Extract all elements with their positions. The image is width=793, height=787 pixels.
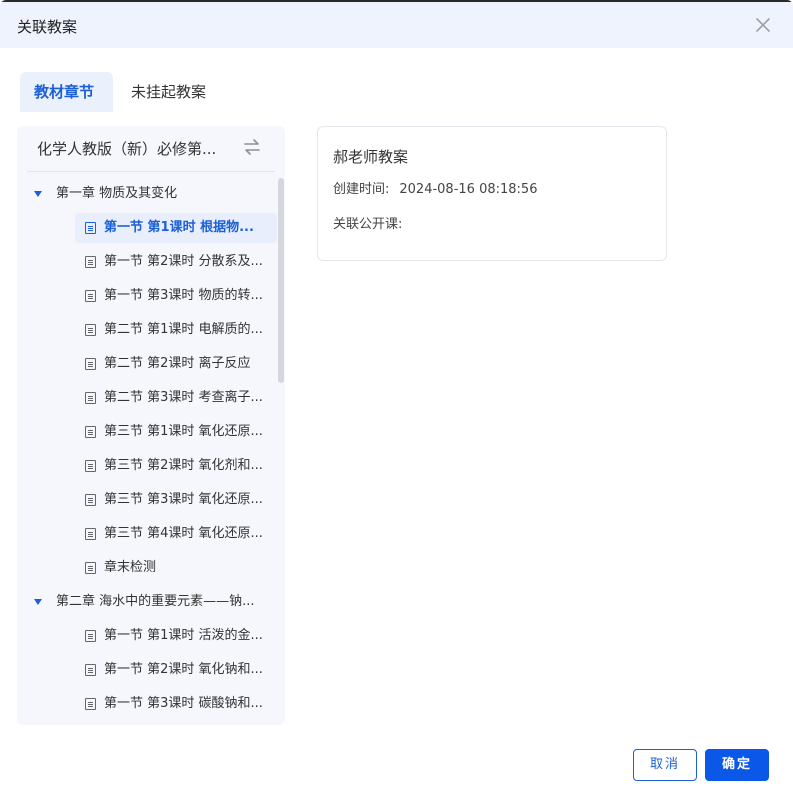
document-icon xyxy=(85,392,96,404)
tree-lesson-item[interactable]: 第三节 第1课时 氧化还原... xyxy=(75,417,277,447)
confirm-button[interactable]: 确定 xyxy=(705,749,769,781)
tree-item-label: 第一节 第1课时 活泼的金... xyxy=(104,628,263,643)
tab-unmounted-plans[interactable]: 未挂起教案 xyxy=(117,72,220,112)
lesson-plan-name: 郝老师教案 xyxy=(333,148,409,166)
tree-lesson-item[interactable]: 第三节 第2课时 氧化剂和... xyxy=(75,451,277,481)
cancel-button[interactable]: 取消 xyxy=(633,749,697,781)
tree-item-label: 第三节 第3课时 氧化还原... xyxy=(104,492,263,507)
tree-item-label: 第三节 第1课时 氧化还原... xyxy=(104,424,263,439)
tree-lesson-item[interactable]: 第三节 第3课时 氧化还原... xyxy=(75,485,277,515)
created-time-line: 创建时间: 2024-08-16 08:18:56 xyxy=(333,178,537,197)
document-icon xyxy=(85,290,96,302)
divider xyxy=(27,171,275,172)
tree-item-label: 第二章 海水中的重要元素——钠... xyxy=(56,594,255,609)
tree-lesson-item[interactable]: 第三节 第4课时 氧化还原... xyxy=(75,519,277,549)
tree-item-label: 章末检测 xyxy=(104,560,157,575)
tree-lesson-item[interactable]: 第一节 第1课时 根据物... xyxy=(75,213,277,243)
tree-item-label: 第一章 物质及其变化 xyxy=(56,186,178,201)
tree-lesson-item[interactable]: 第二节 第3课时 考查离子... xyxy=(75,383,277,413)
tree-item-label: 第一节 第3课时 碳酸钠和... xyxy=(104,696,263,711)
document-icon xyxy=(85,494,96,506)
public-class-label: 关联公开课: xyxy=(333,217,403,232)
tree-lesson-item[interactable]: 第一节 第3课时 碳酸钠和... xyxy=(75,689,277,719)
tree-chapter-item[interactable]: 第一章 物质及其变化 xyxy=(17,179,279,209)
document-icon xyxy=(85,256,96,268)
close-icon[interactable] xyxy=(753,15,773,35)
public-class-line: 关联公开课: xyxy=(333,213,412,232)
lesson-plan-card[interactable]: 郝老师教案 创建时间: 2024-08-16 08:18:56 关联公开课: xyxy=(317,126,667,261)
tree-lesson-item[interactable]: 章末检测 xyxy=(75,553,277,583)
tree-lesson-item[interactable]: 第二节 第2课时 离子反应 xyxy=(75,349,277,379)
chapter-tree-panel: 化学人教版（新）必修第... 第一章 物质及其变化第一节 第1课时 根据物...… xyxy=(17,126,285,725)
textbook-selector[interactable]: 化学人教版（新）必修第... xyxy=(37,138,239,159)
tree-item-label: 第一节 第3课时 物质的转... xyxy=(104,288,263,303)
tree-chapter-item[interactable]: 第二章 海水中的重要元素——钠... xyxy=(17,587,279,617)
dialog-header: 关联教案 xyxy=(0,0,793,48)
swap-icon[interactable] xyxy=(241,136,263,158)
tree-lesson-item[interactable]: 第二节 第1课时 电解质的... xyxy=(75,315,277,345)
tab-textbook-chapters[interactable]: 教材章节 xyxy=(20,72,113,112)
tree-lesson-item[interactable]: 第一节 第2课时 分散系及... xyxy=(75,247,277,277)
document-icon xyxy=(85,324,96,336)
tree-item-label: 第一节 第1课时 根据物... xyxy=(104,220,254,235)
tree-lesson-item[interactable]: 第一节 第3课时 物质的转... xyxy=(75,281,277,311)
tree-item-label: 第二节 第2课时 离子反应 xyxy=(104,356,251,371)
created-time-label: 创建时间: xyxy=(333,182,390,197)
tree-lesson-item[interactable]: 第一节 第1课时 活泼的金... xyxy=(75,621,277,651)
document-icon xyxy=(85,528,96,540)
created-time-value: 2024-08-16 08:18:56 xyxy=(399,182,538,197)
dialog-title: 关联教案 xyxy=(17,18,78,36)
caret-down-icon[interactable] xyxy=(34,599,42,605)
document-icon xyxy=(85,460,96,472)
caret-down-icon[interactable] xyxy=(34,191,42,197)
tree-item-label: 第二节 第1课时 电解质的... xyxy=(104,322,263,337)
document-icon xyxy=(85,562,96,574)
document-icon xyxy=(85,426,96,438)
tree-item-label: 第二节 第3课时 考查离子... xyxy=(104,390,263,405)
tree-item-label: 第三节 第4课时 氧化还原... xyxy=(104,526,263,541)
document-icon xyxy=(85,698,96,710)
tree-item-label: 第三节 第2课时 氧化剂和... xyxy=(104,458,263,473)
document-icon xyxy=(85,630,96,642)
relate-lesson-dialog: 关联教案 教材章节 未挂起教案 化学人教版（新）必修第... 第一章 物质及其变… xyxy=(0,0,793,787)
tree-item-label: 第一节 第2课时 氧化钠和... xyxy=(104,662,263,677)
document-icon xyxy=(85,358,96,370)
document-icon xyxy=(85,222,96,234)
document-icon xyxy=(85,664,96,676)
tree-item-label: 第一节 第2课时 分散系及... xyxy=(104,254,263,269)
tree-lesson-item[interactable]: 第一节 第2课时 氧化钠和... xyxy=(75,655,277,685)
